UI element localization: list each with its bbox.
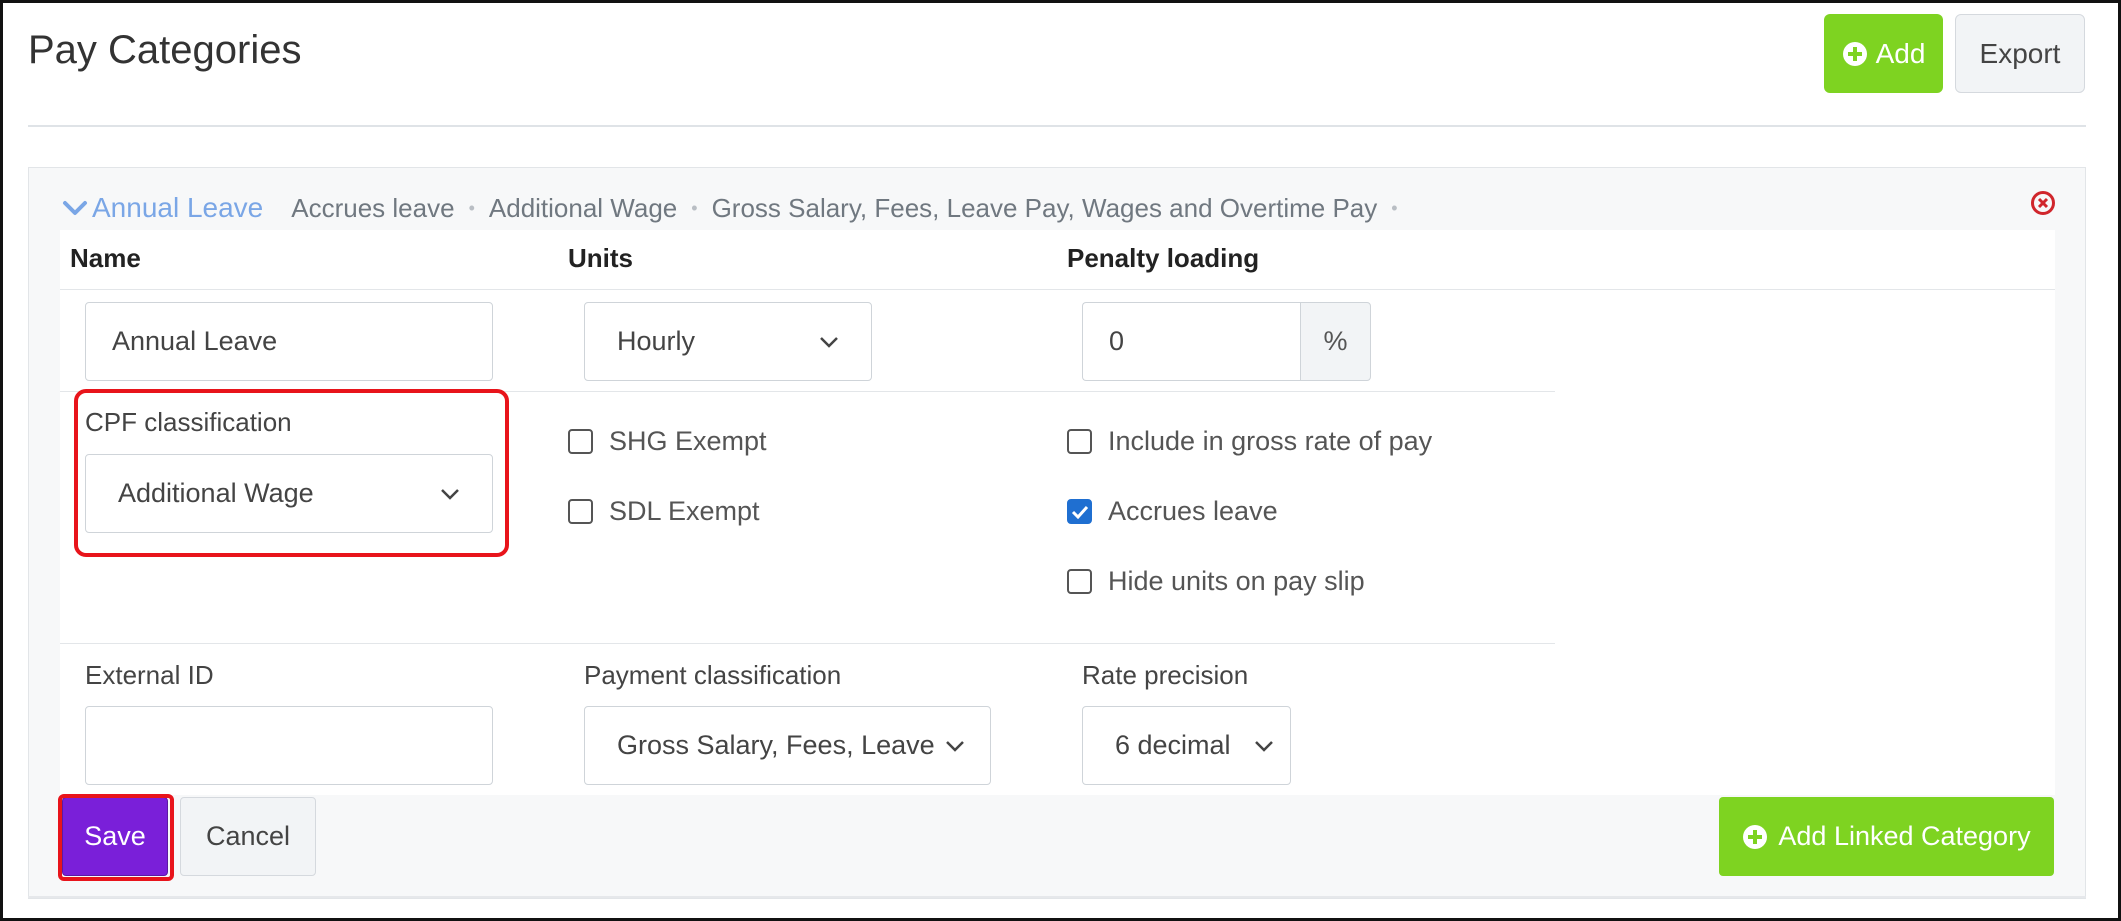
units-select-value: Hourly [617,326,696,356]
penalty-loading-input[interactable] [1082,302,1301,381]
checkbox-label: Include in gross rate of pay [1108,426,1433,456]
column-header-penalty: Penalty loading [1067,243,1260,273]
units-select[interactable]: Hourly [584,302,872,381]
column-header-name: Name [70,243,141,273]
payment-classification-label: Payment classification [584,660,842,690]
external-id-label: External ID [85,660,214,690]
accrues-leave-checkbox[interactable]: Accrues leave [1067,496,1278,527]
checkmark-icon [1071,505,1088,519]
summary-tag: Accrues leave [291,192,455,223]
column-header-units: Units [568,243,633,273]
separator-dot: • [691,197,698,218]
payment-select-value: Gross Salary, Fees, Leave [617,730,935,760]
checkbox-label: Accrues leave [1108,496,1278,526]
rate-precision-label: Rate precision [1082,660,1249,690]
checkbox-label: Hide units on pay slip [1108,566,1365,596]
checkbox-box[interactable] [1067,429,1092,454]
sdl-exempt-checkbox[interactable]: SDL Exempt [568,496,760,527]
cancel-button[interactable]: Cancel [180,797,316,876]
chevron-down-icon [1255,740,1273,752]
divider [60,643,1555,644]
rate-select-value: 6 decimal [1115,730,1231,760]
remove-circle-icon[interactable] [2030,190,2056,216]
summary-tag: Additional Wage [488,192,678,223]
cpf-classification-select[interactable]: Additional Wage [85,454,493,533]
chevron-down-icon [945,740,964,752]
chevron-down-icon[interactable] [62,198,88,218]
shg-exempt-checkbox[interactable]: SHG Exempt [568,426,767,457]
divider [28,125,2086,127]
checkbox-label: SDL Exempt [609,496,760,526]
export-button[interactable]: Export [1955,14,2085,93]
payment-classification-select[interactable]: Gross Salary, Fees, Leave [584,706,991,785]
checkbox-box[interactable] [1067,499,1092,524]
cpf-classification-label: CPF classification [85,407,292,437]
category-summary: Annual Leave Accrues leave • Additional … [62,190,1412,226]
add-button-label: Add [1875,37,1926,69]
chevron-down-icon [441,488,459,500]
checkbox-box[interactable] [568,499,593,524]
include-gross-rate-checkbox[interactable]: Include in gross rate of pay [1067,426,1432,457]
plus-circle-icon [1743,824,1768,849]
add-linked-category-button[interactable]: Add Linked Category [1719,797,2054,876]
rate-precision-select[interactable]: 6 decimal [1082,706,1291,785]
divider [60,289,2055,290]
summary-tag: Gross Salary, Fees, Leave Pay, Wages and… [711,192,1378,223]
category-name-link[interactable]: Annual Leave [92,192,263,224]
plus-circle-icon [1842,41,1867,66]
external-id-input[interactable] [85,706,493,785]
save-highlight-box [58,794,174,881]
name-input[interactable] [85,302,493,381]
checkbox-label: SHG Exempt [609,426,767,456]
divider [28,896,2086,898]
cpf-select-value: Additional Wage [118,478,314,508]
page-title: Pay Categories [28,28,302,72]
chevron-down-icon [820,336,838,348]
percent-addon: % [1300,302,1371,381]
add-button[interactable]: Add [1824,14,1943,93]
checkbox-box[interactable] [568,429,593,454]
hide-units-checkbox[interactable]: Hide units on pay slip [1067,566,1365,597]
separator-dot: • [1391,197,1398,218]
checkbox-box[interactable] [1067,569,1092,594]
add-linked-category-label: Add Linked Category [1778,821,2031,851]
separator-dot: • [468,197,475,218]
